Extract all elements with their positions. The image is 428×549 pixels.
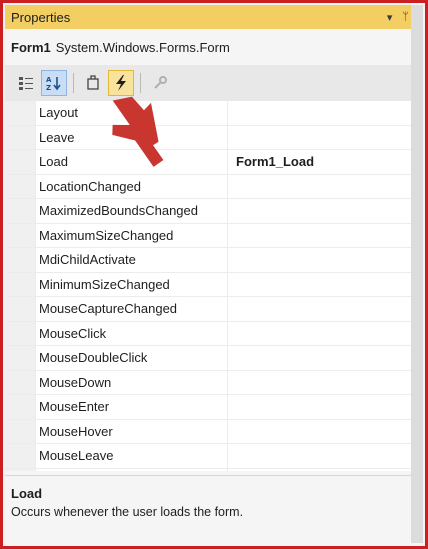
property-name: Leave — [36, 125, 228, 149]
dropdown-icon[interactable]: ▾ — [387, 11, 393, 24]
window-edge — [411, 5, 423, 543]
events-lightning-icon — [116, 75, 126, 91]
object-selector[interactable]: Form1 System.Windows.Forms.Form — [5, 29, 411, 65]
property-name: MouseCaptureChanged — [36, 297, 228, 321]
property-row[interactable]: LocationChanged — [5, 174, 411, 199]
row-margin — [5, 444, 36, 468]
row-margin — [5, 370, 36, 394]
property-value[interactable] — [228, 224, 411, 248]
property-row[interactable]: MaximumSizeChanged — [5, 223, 411, 248]
property-name: MdiChildActivate — [36, 248, 228, 272]
events-button[interactable] — [108, 70, 134, 96]
properties-icon — [87, 75, 99, 90]
property-name: MouseLeave — [36, 444, 228, 468]
row-margin — [5, 125, 36, 149]
categorized-icon — [19, 77, 33, 90]
property-row[interactable]: MouseLeave — [5, 444, 411, 469]
row-margin — [5, 174, 36, 198]
property-name: MouseClick — [36, 321, 228, 345]
property-name: MouseDoubleClick — [36, 346, 228, 370]
property-row[interactable]: Layout — [5, 101, 411, 126]
row-margin — [5, 419, 36, 443]
property-pages-wrench-icon — [154, 76, 167, 89]
property-value[interactable] — [228, 322, 411, 346]
panel-title: Properties — [11, 9, 71, 25]
row-margin — [5, 272, 36, 296]
property-row[interactable]: MinimumSizeChanged — [5, 272, 411, 297]
row-margin — [5, 223, 36, 247]
properties-toolbar: A Z — [5, 65, 411, 101]
row-margin — [5, 297, 36, 321]
property-name: Layout — [36, 101, 228, 125]
property-row[interactable]: MouseCaptureChanged — [5, 297, 411, 322]
pin-icon[interactable]: ᛘ — [402, 11, 409, 24]
alphabetical-button[interactable]: A Z — [41, 70, 67, 96]
categorized-button[interactable] — [13, 70, 39, 96]
property-pages-button — [147, 70, 173, 96]
svg-text:A: A — [46, 76, 52, 84]
window-controls: ▾ ᛘ — [387, 11, 409, 24]
property-name: MouseEnter — [36, 395, 228, 419]
description-pane: Load Occurs whenever the user loads the … — [5, 475, 411, 544]
description-title: Load — [11, 486, 43, 501]
property-value[interactable] — [228, 420, 411, 444]
property-value[interactable] — [228, 444, 411, 468]
description-text: Occurs whenever the user loads the form. — [11, 505, 244, 519]
property-name: MouseHover — [36, 419, 228, 443]
property-value[interactable] — [228, 346, 411, 370]
properties-button[interactable] — [80, 70, 106, 96]
titlebar: Properties ▾ ᛘ — [5, 5, 411, 29]
property-row[interactable]: MdiChildActivate — [5, 248, 411, 273]
property-value[interactable] — [228, 248, 411, 272]
properties-window: Properties ▾ ᛘ Form1 System.Windows.Form… — [0, 0, 428, 549]
property-row[interactable]: MaximizedBoundsChanged — [5, 199, 411, 224]
property-row[interactable]: MouseEnter — [5, 395, 411, 420]
row-margin — [5, 321, 36, 345]
property-row[interactable]: MouseHover — [5, 419, 411, 444]
property-name: MaximizedBoundsChanged — [36, 199, 228, 223]
property-row[interactable]: Load Form1_Load — [5, 150, 411, 175]
row-margin — [5, 468, 36, 471]
property-row[interactable]: MouseClick — [5, 321, 411, 346]
property-name: MaximumSizeChanged — [36, 223, 228, 247]
alphabetical-icon: A Z — [46, 76, 61, 91]
row-margin — [5, 395, 36, 419]
property-name: MinimumSizeChanged — [36, 272, 228, 296]
property-name: MouseDown — [36, 370, 228, 394]
row-margin — [5, 248, 36, 272]
property-value[interactable]: Form1_Load — [228, 150, 411, 174]
property-value[interactable] — [228, 297, 411, 321]
property-value[interactable] — [228, 126, 411, 150]
property-name: Load — [36, 150, 228, 174]
property-row[interactable]: MouseDown — [5, 370, 411, 395]
toolbar-separator — [73, 73, 74, 93]
property-row[interactable]: MouseDoubleClick — [5, 346, 411, 371]
row-margin — [5, 199, 36, 223]
svg-text:Z: Z — [46, 84, 51, 91]
property-value[interactable] — [228, 101, 411, 125]
row-margin — [5, 150, 36, 174]
property-value[interactable] — [228, 199, 411, 223]
property-value[interactable] — [228, 469, 411, 472]
property-value[interactable] — [228, 273, 411, 297]
property-row[interactable]: Leave — [5, 125, 411, 150]
property-value[interactable] — [228, 175, 411, 199]
row-margin — [5, 101, 36, 125]
object-name: Form1 — [11, 39, 51, 55]
property-grid: Layout Leave Load Form1_Load LocationChanged… — [5, 101, 411, 471]
property-value[interactable] — [228, 395, 411, 419]
property-name: MouseMove — [36, 468, 228, 471]
row-margin — [5, 346, 36, 370]
object-type: System.Windows.Forms.Form — [55, 39, 230, 55]
property-row[interactable]: MouseMove — [5, 468, 411, 472]
property-value[interactable] — [228, 371, 411, 395]
property-name: LocationChanged — [36, 174, 228, 198]
toolbar-separator — [140, 73, 141, 93]
